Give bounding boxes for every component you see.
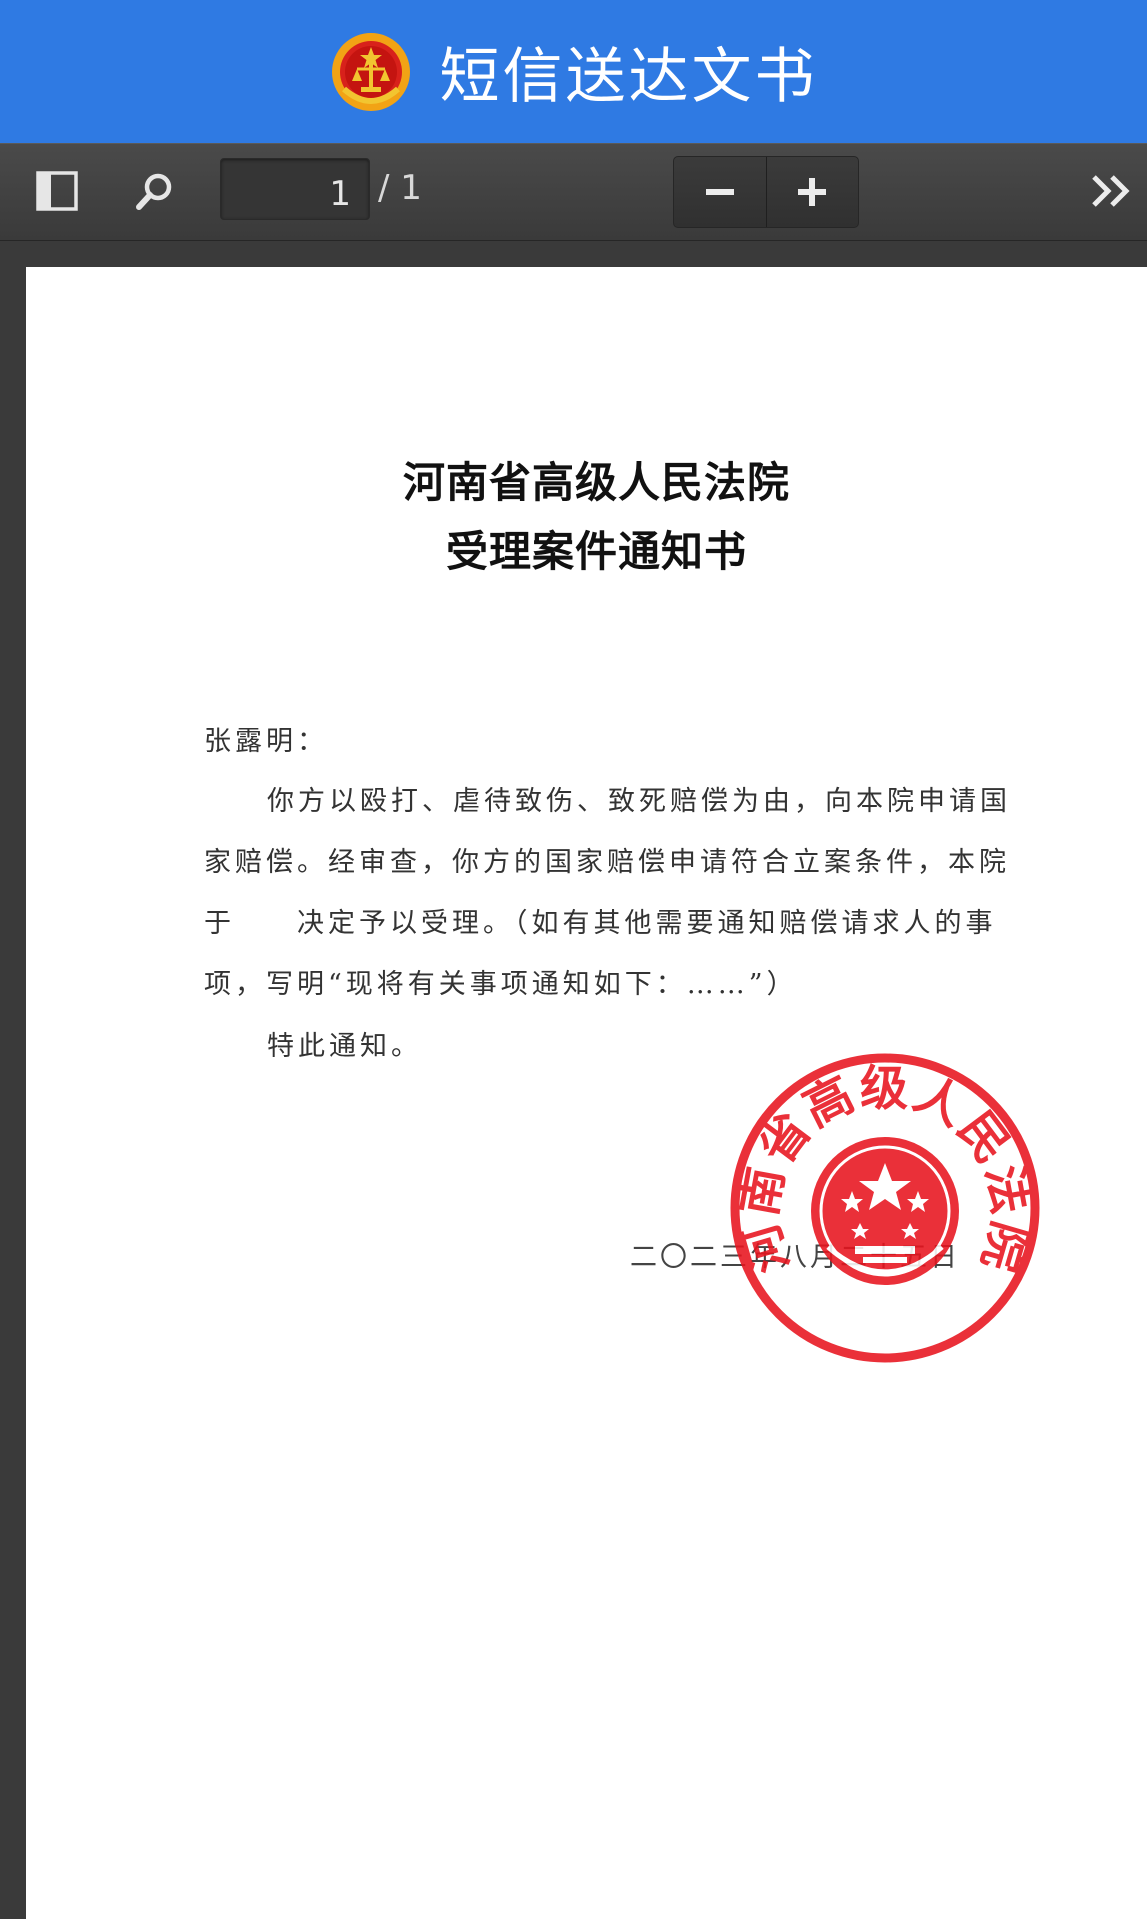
minus-icon (705, 189, 734, 195)
court-emblem-icon (331, 32, 410, 111)
double-chevron-right-icon (1092, 175, 1130, 207)
body-line-1: 你方以殴打、虐待致伤、致死赔偿为由，向本院申请国 (267, 786, 1011, 817)
closing-line: 特此通知。 (267, 1031, 422, 1062)
search-icon (136, 173, 172, 210)
zoom-controls (673, 156, 859, 228)
body-line-4: 项，写明“现将有关事项通知如下：……”） (204, 969, 798, 1000)
app-title: 短信送达文书 (439, 42, 818, 112)
tools-menu-button[interactable] (1085, 166, 1141, 216)
zoom-out-button[interactable] (674, 157, 766, 227)
court-seal-stamp: 河南省高级人民法院 (730, 1053, 1040, 1363)
page-total-label: / 1 (378, 168, 422, 208)
app-header: 短信送达文书 (0, 0, 1147, 143)
plus-icon (798, 178, 827, 206)
addressee-line: 张露明： (204, 726, 328, 757)
search-button[interactable] (130, 166, 180, 216)
pdf-toolbar: / 1 (0, 143, 1147, 242)
pdf-page: 河南省高级人民法院 受理案件通知书 张露明： 你方以殴打、虐待致伤、致死赔偿为由… (26, 267, 1147, 1919)
body-line-3: 于 决定予以受理。（如有其他需要通知赔偿请求人的事 (204, 908, 997, 939)
sidebar-toggle-button[interactable] (32, 166, 82, 216)
sidebar-toggle-icon (36, 171, 78, 211)
zoom-in-button[interactable] (767, 157, 859, 227)
page-number-input[interactable] (220, 158, 370, 220)
court-name-heading: 河南省高级人民法院 (402, 458, 790, 507)
notice-title-heading: 受理案件通知书 (445, 527, 747, 576)
document-viewport[interactable]: 河南省高级人民法院 受理案件通知书 张露明： 你方以殴打、虐待致伤、致死赔偿为由… (0, 241, 1147, 1919)
body-line-2: 家赔偿。经审查，你方的国家赔偿申请符合立案条件，本院 (204, 847, 1010, 878)
